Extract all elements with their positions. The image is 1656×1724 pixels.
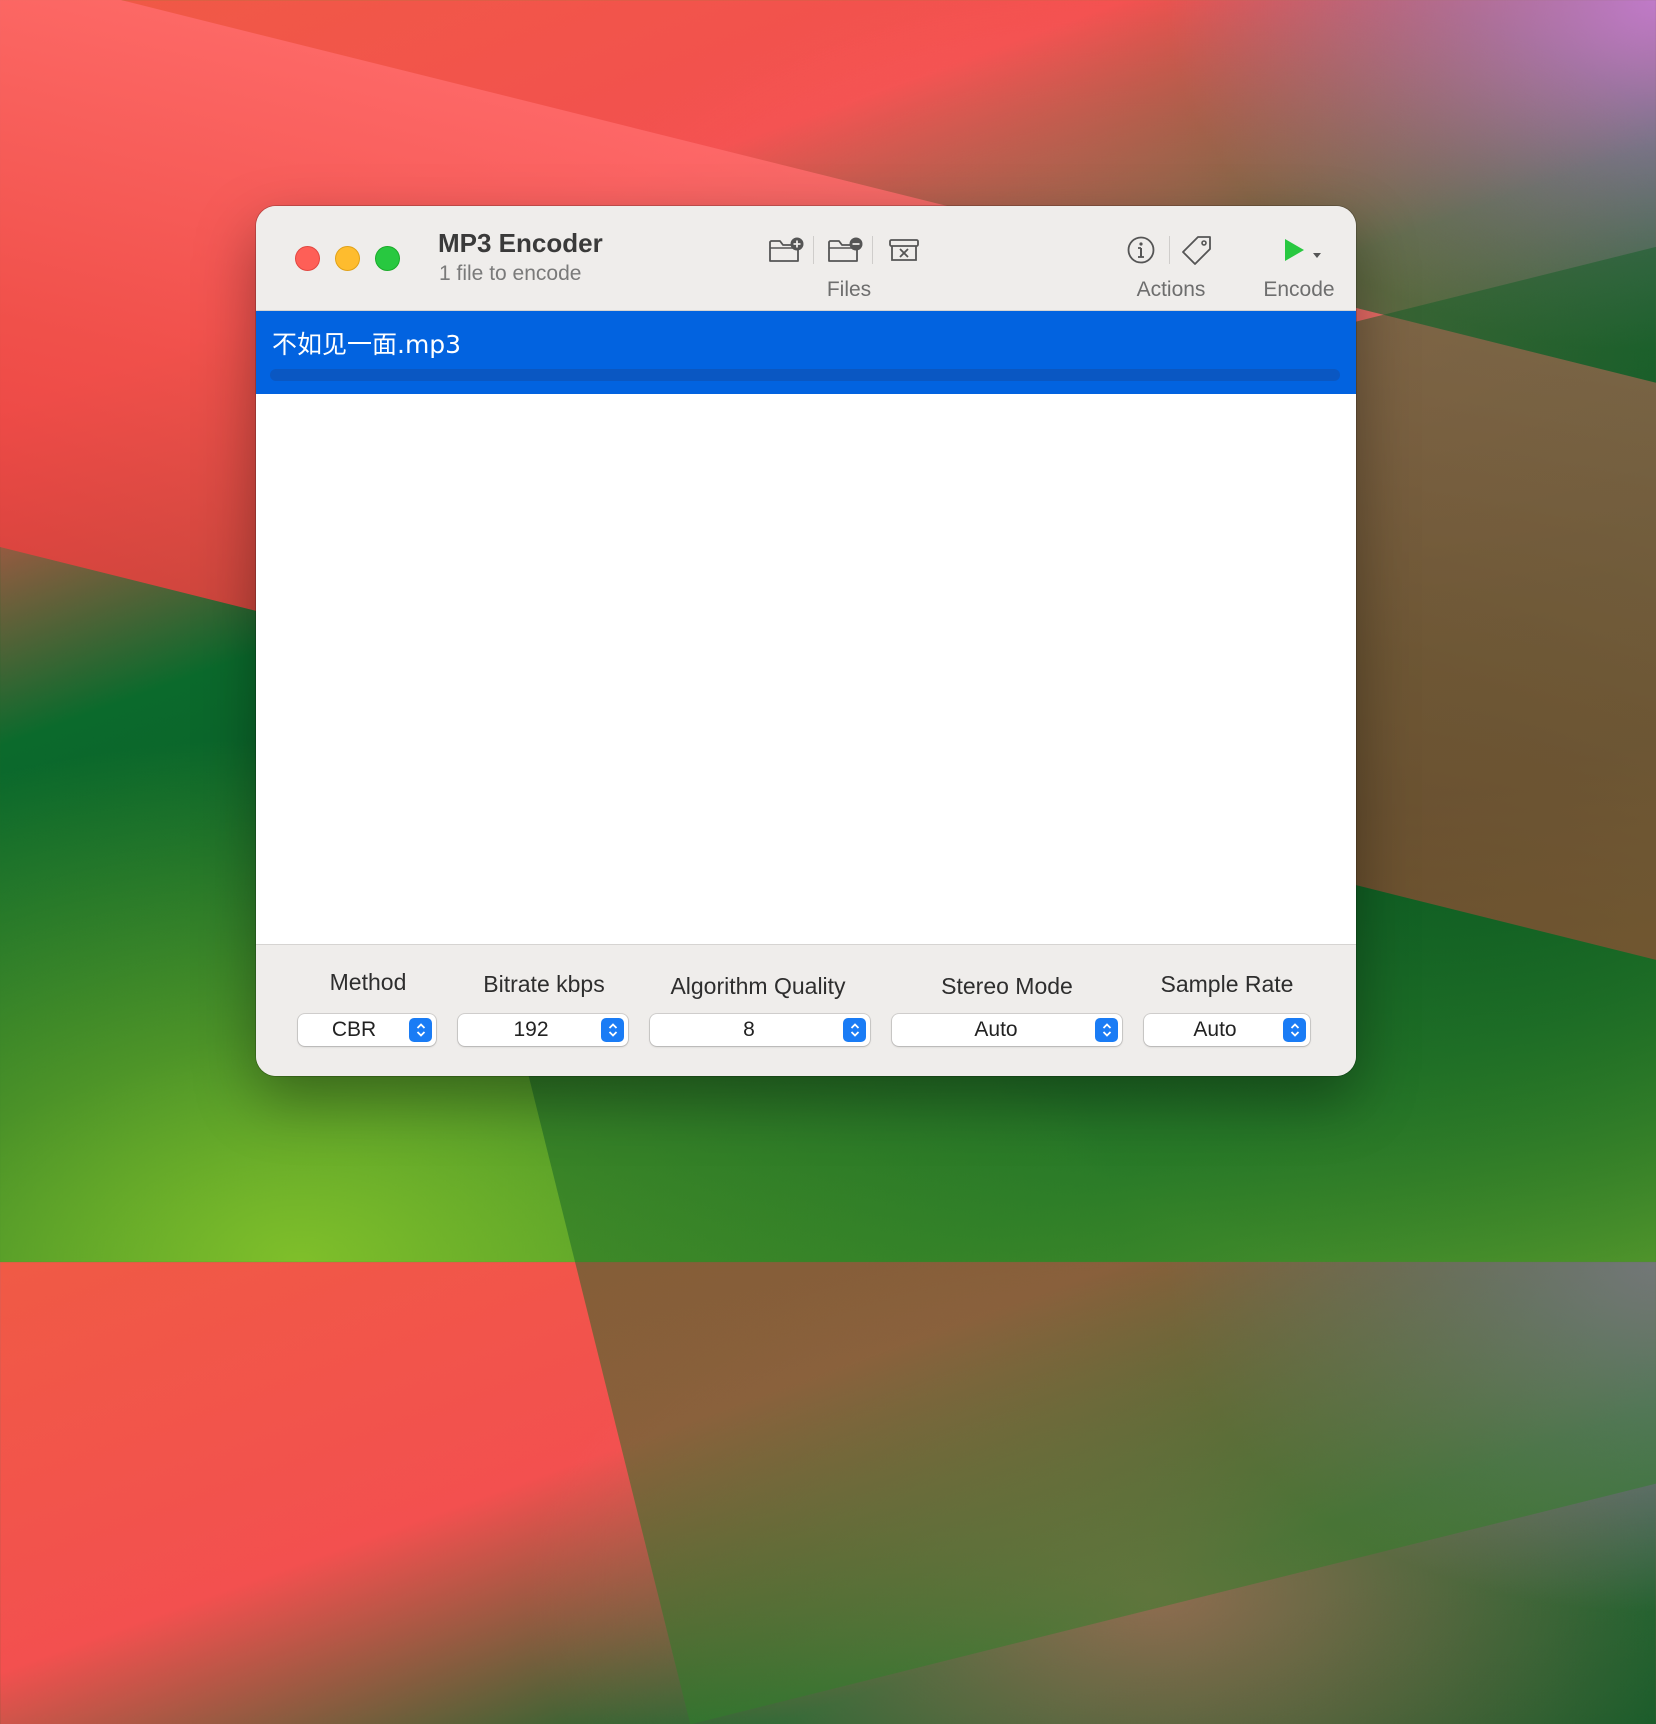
method-value: CBR	[331, 1018, 377, 1041]
encoding-settings-bar: Method CBR Bitrate kbps 192 Algorithm Qu…	[256, 944, 1356, 1076]
method-label: Method	[329, 969, 407, 995]
window-subtitle: 1 file to encode	[439, 262, 582, 285]
file-list-empty-area[interactable]	[256, 394, 1356, 944]
add-folder-icon	[769, 237, 804, 262]
tag-icon	[1182, 236, 1211, 265]
chevron-up-down-icon	[601, 1018, 624, 1042]
bitrate-select[interactable]: 192	[458, 1014, 628, 1046]
stereo-mode-label: Stereo Mode	[941, 973, 1073, 999]
bitrate-value: 192	[513, 1018, 549, 1041]
chevron-up-down-icon	[1283, 1018, 1306, 1042]
toolbar-separator	[813, 236, 814, 264]
stereo-mode-value: Auto	[974, 1018, 1018, 1041]
sample-rate-label: Sample Rate	[1160, 971, 1294, 997]
encode-button[interactable]	[1272, 232, 1332, 268]
sample-rate-select[interactable]: Auto	[1144, 1014, 1310, 1046]
quality-value: 8	[743, 1018, 755, 1041]
encode-progress-bar	[270, 369, 1340, 381]
app-window: MP3 Encoder 1 file to encode Files Actio…	[256, 206, 1356, 1076]
bitrate-label: Bitrate kbps	[483, 971, 605, 997]
encode-label: Encode	[1263, 278, 1335, 301]
play-icon	[1285, 239, 1304, 261]
tag-button[interactable]	[1177, 232, 1217, 268]
info-button[interactable]	[1121, 232, 1161, 268]
file-name: 不如见一面.mp3	[272, 330, 462, 359]
quality-select[interactable]: 8	[650, 1014, 870, 1046]
chevron-up-down-icon	[843, 1018, 866, 1042]
sample-rate-value: Auto	[1193, 1018, 1237, 1041]
chevron-up-down-icon	[1095, 1018, 1118, 1042]
files-group-label: Files	[826, 278, 872, 301]
add-files-button[interactable]	[766, 232, 806, 268]
quality-label: Algorithm Quality	[670, 973, 846, 999]
dropdown-arrow-icon[interactable]	[1311, 250, 1323, 260]
stereo-mode-select[interactable]: Auto	[892, 1014, 1122, 1046]
zoom-button[interactable]	[375, 246, 400, 271]
clear-files-button[interactable]	[884, 232, 924, 268]
minimize-button[interactable]	[335, 246, 360, 271]
toolbar-separator	[872, 236, 873, 264]
close-button[interactable]	[295, 246, 320, 271]
title-bar: MP3 Encoder 1 file to encode Files Actio…	[256, 206, 1356, 311]
window-title: MP3 Encoder	[438, 228, 603, 258]
info-icon	[1127, 236, 1155, 264]
chevron-up-down-icon	[409, 1018, 432, 1042]
method-select[interactable]: CBR	[298, 1014, 436, 1046]
remove-files-button[interactable]	[825, 232, 865, 268]
toolbar-separator	[1169, 236, 1170, 264]
remove-folder-icon	[828, 237, 863, 262]
clear-archive-icon	[889, 239, 919, 261]
actions-group-label: Actions	[1136, 278, 1206, 301]
list-item[interactable]: 不如见一面.mp3	[256, 311, 1356, 394]
